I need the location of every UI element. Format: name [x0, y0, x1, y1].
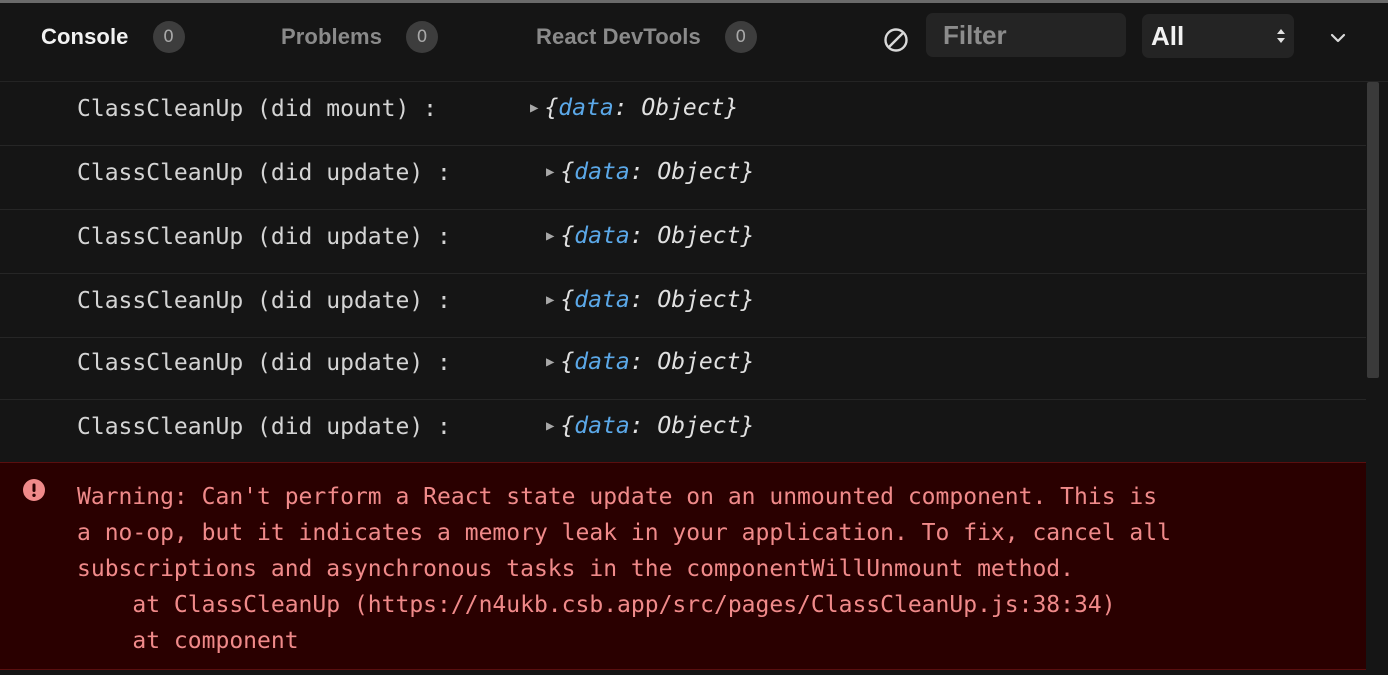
object-value: Object — [657, 349, 741, 375]
object-key: data — [574, 159, 630, 185]
object-preview[interactable]: ▶ {data: Object} — [546, 223, 754, 249]
object-key: data — [574, 287, 630, 313]
tab-console-count-badge: 0 — [152, 21, 185, 53]
object-key: data — [574, 223, 630, 249]
expand-triangle-icon[interactable]: ▶ — [530, 100, 538, 116]
tab-problems-label: Problems — [281, 24, 383, 49]
log-message: ClassCleanUp (did update) : — [77, 160, 451, 186]
object-preview[interactable]: ▶ {data: Object} — [530, 95, 738, 121]
exclamation-glyph-icon — [32, 483, 36, 497]
log-level-select[interactable]: All — [1142, 14, 1294, 58]
object-close-brace: } — [740, 349, 755, 375]
object-key: data — [574, 413, 630, 439]
object-value: Object — [657, 287, 741, 313]
object-key: data — [574, 349, 630, 375]
object-open-brace: { — [560, 413, 575, 439]
log-message: ClassCleanUp (did update) : — [77, 288, 451, 314]
log-level-value: All — [1151, 20, 1185, 51]
clear-console-icon — [884, 28, 908, 52]
log-row: ClassCleanUp (did update) : ▶ {data: Obje… — [0, 274, 1366, 338]
log-message: ClassCleanUp (did update) : — [77, 414, 451, 440]
object-value: Object — [657, 413, 741, 439]
log-message: ClassCleanUp (did update) : — [77, 350, 451, 376]
warning-stack-line: at ClassCleanUp (https://n4ukb.csb.app/s… — [77, 592, 1116, 618]
warning-line: a no-op, but it indicates a memory leak … — [77, 520, 1171, 546]
tab-react-devtools-count-badge: 0 — [724, 21, 757, 53]
expand-triangle-icon[interactable]: ▶ — [546, 228, 554, 244]
object-open-brace: { — [560, 159, 575, 185]
object-preview[interactable]: ▶ {data: Object} — [546, 287, 754, 313]
devtools-console-panel: Console 0 Problems 0 React DevTools 0 Al… — [0, 0, 1388, 675]
object-open-brace: { — [544, 95, 559, 121]
scrollbar-thumb[interactable] — [1367, 82, 1379, 378]
object-open-brace: { — [560, 349, 575, 375]
object-value: Object — [641, 95, 725, 121]
expand-triangle-icon[interactable]: ▶ — [546, 418, 554, 434]
log-message: ClassCleanUp (did mount) : — [77, 96, 438, 122]
object-separator: : — [629, 287, 658, 313]
warning-line: Warning: Can't perform a React state upd… — [77, 484, 1158, 510]
object-close-brace: } — [740, 287, 755, 313]
tab-problems[interactable]: Problems 0 — [281, 19, 439, 55]
object-open-brace: { — [560, 223, 575, 249]
chevron-down-icon — [1330, 33, 1346, 43]
log-message: ClassCleanUp (did update) : — [77, 224, 451, 250]
log-row: ClassCleanUp (did update) : ▶ {data: Obje… — [0, 400, 1366, 464]
object-separator: : — [629, 413, 658, 439]
expand-triangle-icon[interactable]: ▶ — [546, 292, 554, 308]
expand-triangle-icon[interactable]: ▶ — [546, 164, 554, 180]
object-close-brace: } — [724, 95, 739, 121]
object-value: Object — [657, 223, 741, 249]
object-separator: : — [629, 223, 658, 249]
object-close-brace: } — [740, 413, 755, 439]
warning-message: Warning: Can't perform a React state upd… — [77, 479, 1357, 659]
select-arrows-icon — [1277, 29, 1285, 43]
object-close-brace: } — [740, 159, 755, 185]
tab-react-devtools-label: React DevTools — [536, 24, 701, 49]
console-toolbar: Console 0 Problems 0 React DevTools 0 Al… — [0, 6, 1388, 82]
object-open-brace: { — [560, 287, 575, 313]
object-close-brace: } — [740, 223, 755, 249]
object-value: Object — [657, 159, 741, 185]
tab-console-label: Console — [41, 24, 129, 49]
object-separator: : — [629, 159, 658, 185]
object-key: data — [558, 95, 614, 121]
log-row: ClassCleanUp (did update) : ▶ {data: Obje… — [0, 210, 1366, 274]
tab-console[interactable]: Console 0 — [41, 19, 185, 55]
console-log-list: ClassCleanUp (did mount) : ▶{data: Objec… — [0, 82, 1366, 675]
expand-triangle-icon[interactable]: ▶ — [546, 354, 554, 370]
error-icon — [23, 479, 45, 501]
tab-react-devtools[interactable]: React DevTools 0 — [536, 19, 757, 55]
object-separator: : — [629, 349, 658, 375]
tab-problems-count-badge: 0 — [406, 21, 439, 53]
object-separator: : — [613, 95, 642, 121]
log-row: ClassCleanUp (did update) : ▶ {data: Obje… — [0, 146, 1366, 210]
log-row: ClassCleanUp (did mount) : ▶ {data: Objec… — [0, 82, 1366, 146]
warning-line: subscriptions and asynchronous tasks in … — [77, 556, 1074, 582]
clear-console-button[interactable] — [882, 26, 910, 54]
object-preview[interactable]: ▶ {data: Object} — [546, 159, 754, 185]
warning-log-row: Warning: Can't perform a React state upd… — [0, 462, 1366, 670]
warning-stack-line: at component — [77, 628, 299, 654]
collapse-panel-button[interactable] — [1324, 24, 1352, 52]
filter-input[interactable] — [926, 13, 1126, 57]
log-row: ClassCleanUp (did update) : ▶ {data: Obje… — [0, 336, 1366, 400]
object-preview[interactable]: ▶ {data: Object} — [546, 413, 754, 439]
object-preview[interactable]: ▶ {data: Object} — [546, 349, 754, 375]
